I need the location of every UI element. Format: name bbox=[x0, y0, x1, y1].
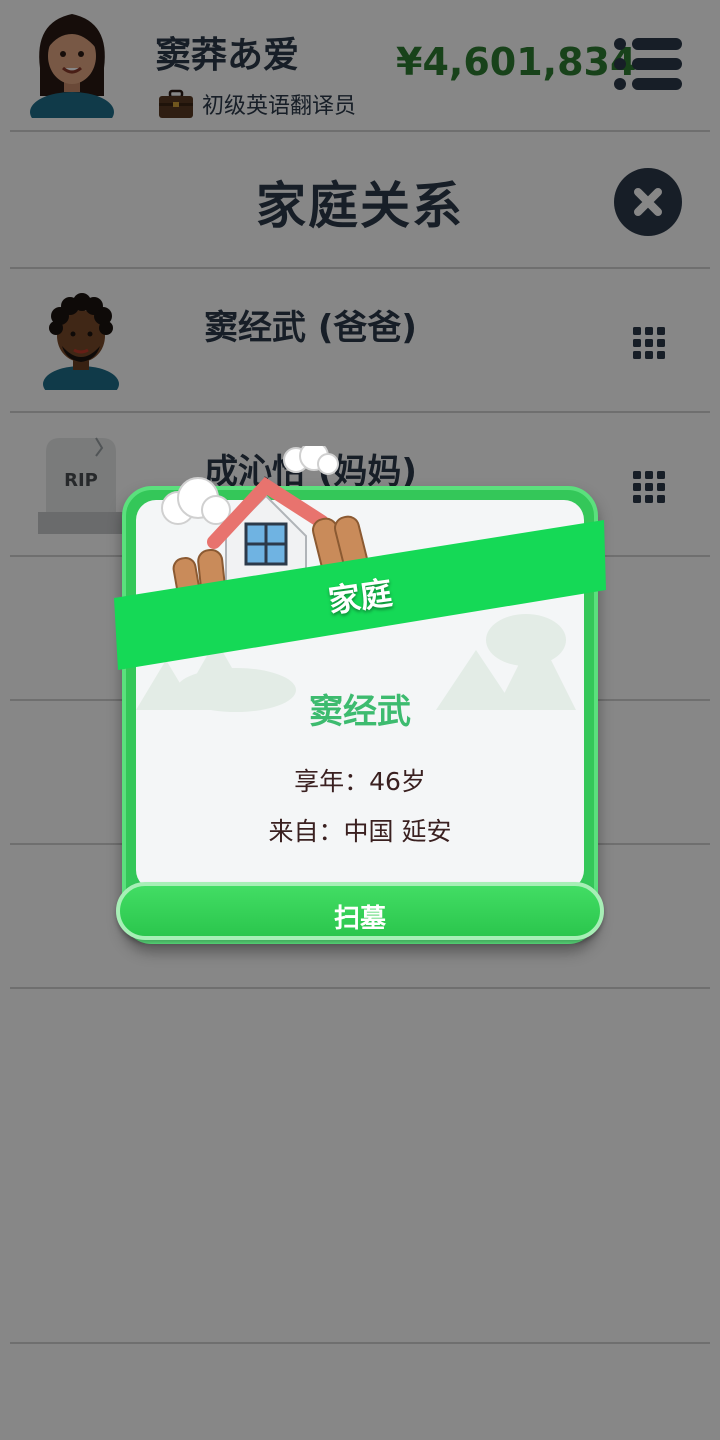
visit-grave-button[interactable]: 扫墓 bbox=[116, 882, 604, 940]
visit-grave-label: 扫墓 bbox=[333, 904, 386, 934]
origin-info: 来自：中国 延安 bbox=[268, 817, 452, 846]
age-info: 享年：46岁 bbox=[294, 767, 426, 796]
deceased-name: 窦经武 bbox=[309, 692, 411, 732]
